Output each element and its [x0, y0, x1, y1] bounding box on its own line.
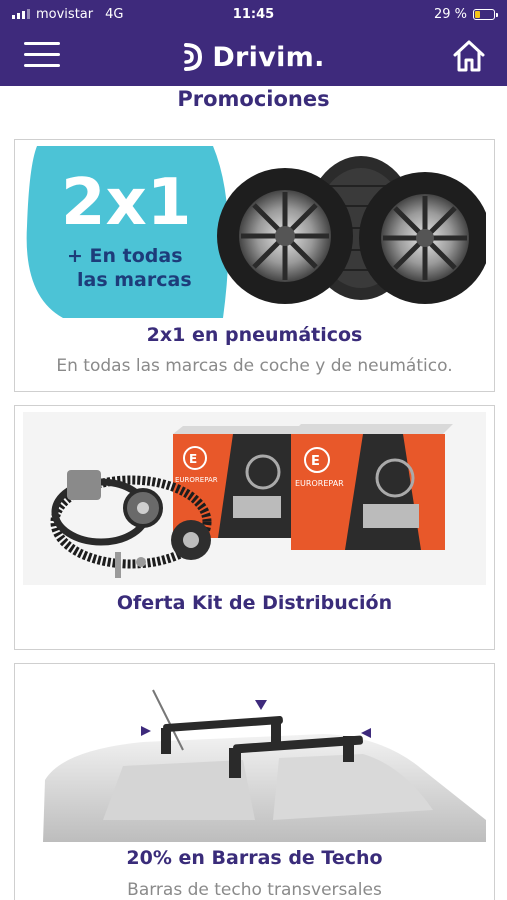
- svg-text:E: E: [189, 452, 197, 466]
- battery-percent: 29 %: [433, 6, 467, 22]
- product-box-icon: E EUROREPAR: [291, 424, 453, 550]
- promo-subtitle: Barras de techo transversales: [127, 880, 382, 900]
- home-icon: [453, 40, 485, 72]
- badge-big-text: 2x1: [61, 166, 191, 240]
- brand-mark-icon: [184, 43, 203, 71]
- badge-line2: las marcas: [77, 269, 192, 291]
- promo-image-roof-bars: [23, 670, 486, 842]
- tyre-icon: [217, 168, 353, 304]
- badge-line1: + En todas: [67, 245, 183, 267]
- promo-card-roof-bars[interactable]: 20% en Barras de Techo Barras de techo t…: [14, 663, 495, 900]
- promo-card-timing-kit[interactable]: E EUROREPAR E EUROREPAR Oferta Kit de Di…: [14, 405, 495, 650]
- battery-icon: [473, 8, 498, 20]
- tyre-icon: [359, 172, 486, 304]
- carrier-label: movistar: [36, 6, 94, 22]
- brand-name: Drivim.: [212, 41, 325, 73]
- page-title: Promociones: [177, 87, 330, 111]
- promo-image-tyres: 2x1 + En todas las marcas: [23, 146, 486, 318]
- status-bar-left: movistar 4G: [12, 7, 434, 22]
- brand-logo[interactable]: Drivim.: [182, 42, 324, 73]
- hamburger-menu-icon: [24, 42, 60, 45]
- promo-title: Oferta Kit de Distribución: [116, 592, 393, 614]
- clock: 11:45: [232, 6, 275, 22]
- signal-icon: [12, 9, 30, 19]
- promo-title: 20% en Barras de Techo: [126, 847, 383, 869]
- promo-title: 2x1 en pneumáticos: [146, 324, 363, 346]
- menu-button[interactable]: [24, 42, 60, 70]
- svg-text:E: E: [311, 454, 320, 469]
- status-bar: movistar 4G 11:45 29 %: [0, 0, 507, 28]
- box-brand-label: EUROREPAR: [295, 479, 344, 488]
- status-bar-right: 29 %: [433, 6, 498, 22]
- home-button[interactable]: [451, 38, 487, 74]
- box-brand-label: EUROREPAR: [175, 476, 218, 484]
- promo-image-timing-kit: E EUROREPAR E EUROREPAR: [23, 412, 486, 585]
- network-label: 4G: [105, 6, 124, 22]
- app-header: Drivim.: [0, 28, 507, 86]
- promo-subtitle: En todas las marcas de coche y de neumát…: [56, 356, 453, 376]
- promo-card-tyres[interactable]: 2x1 + En todas las marcas 2x1 en pneumát…: [14, 139, 495, 392]
